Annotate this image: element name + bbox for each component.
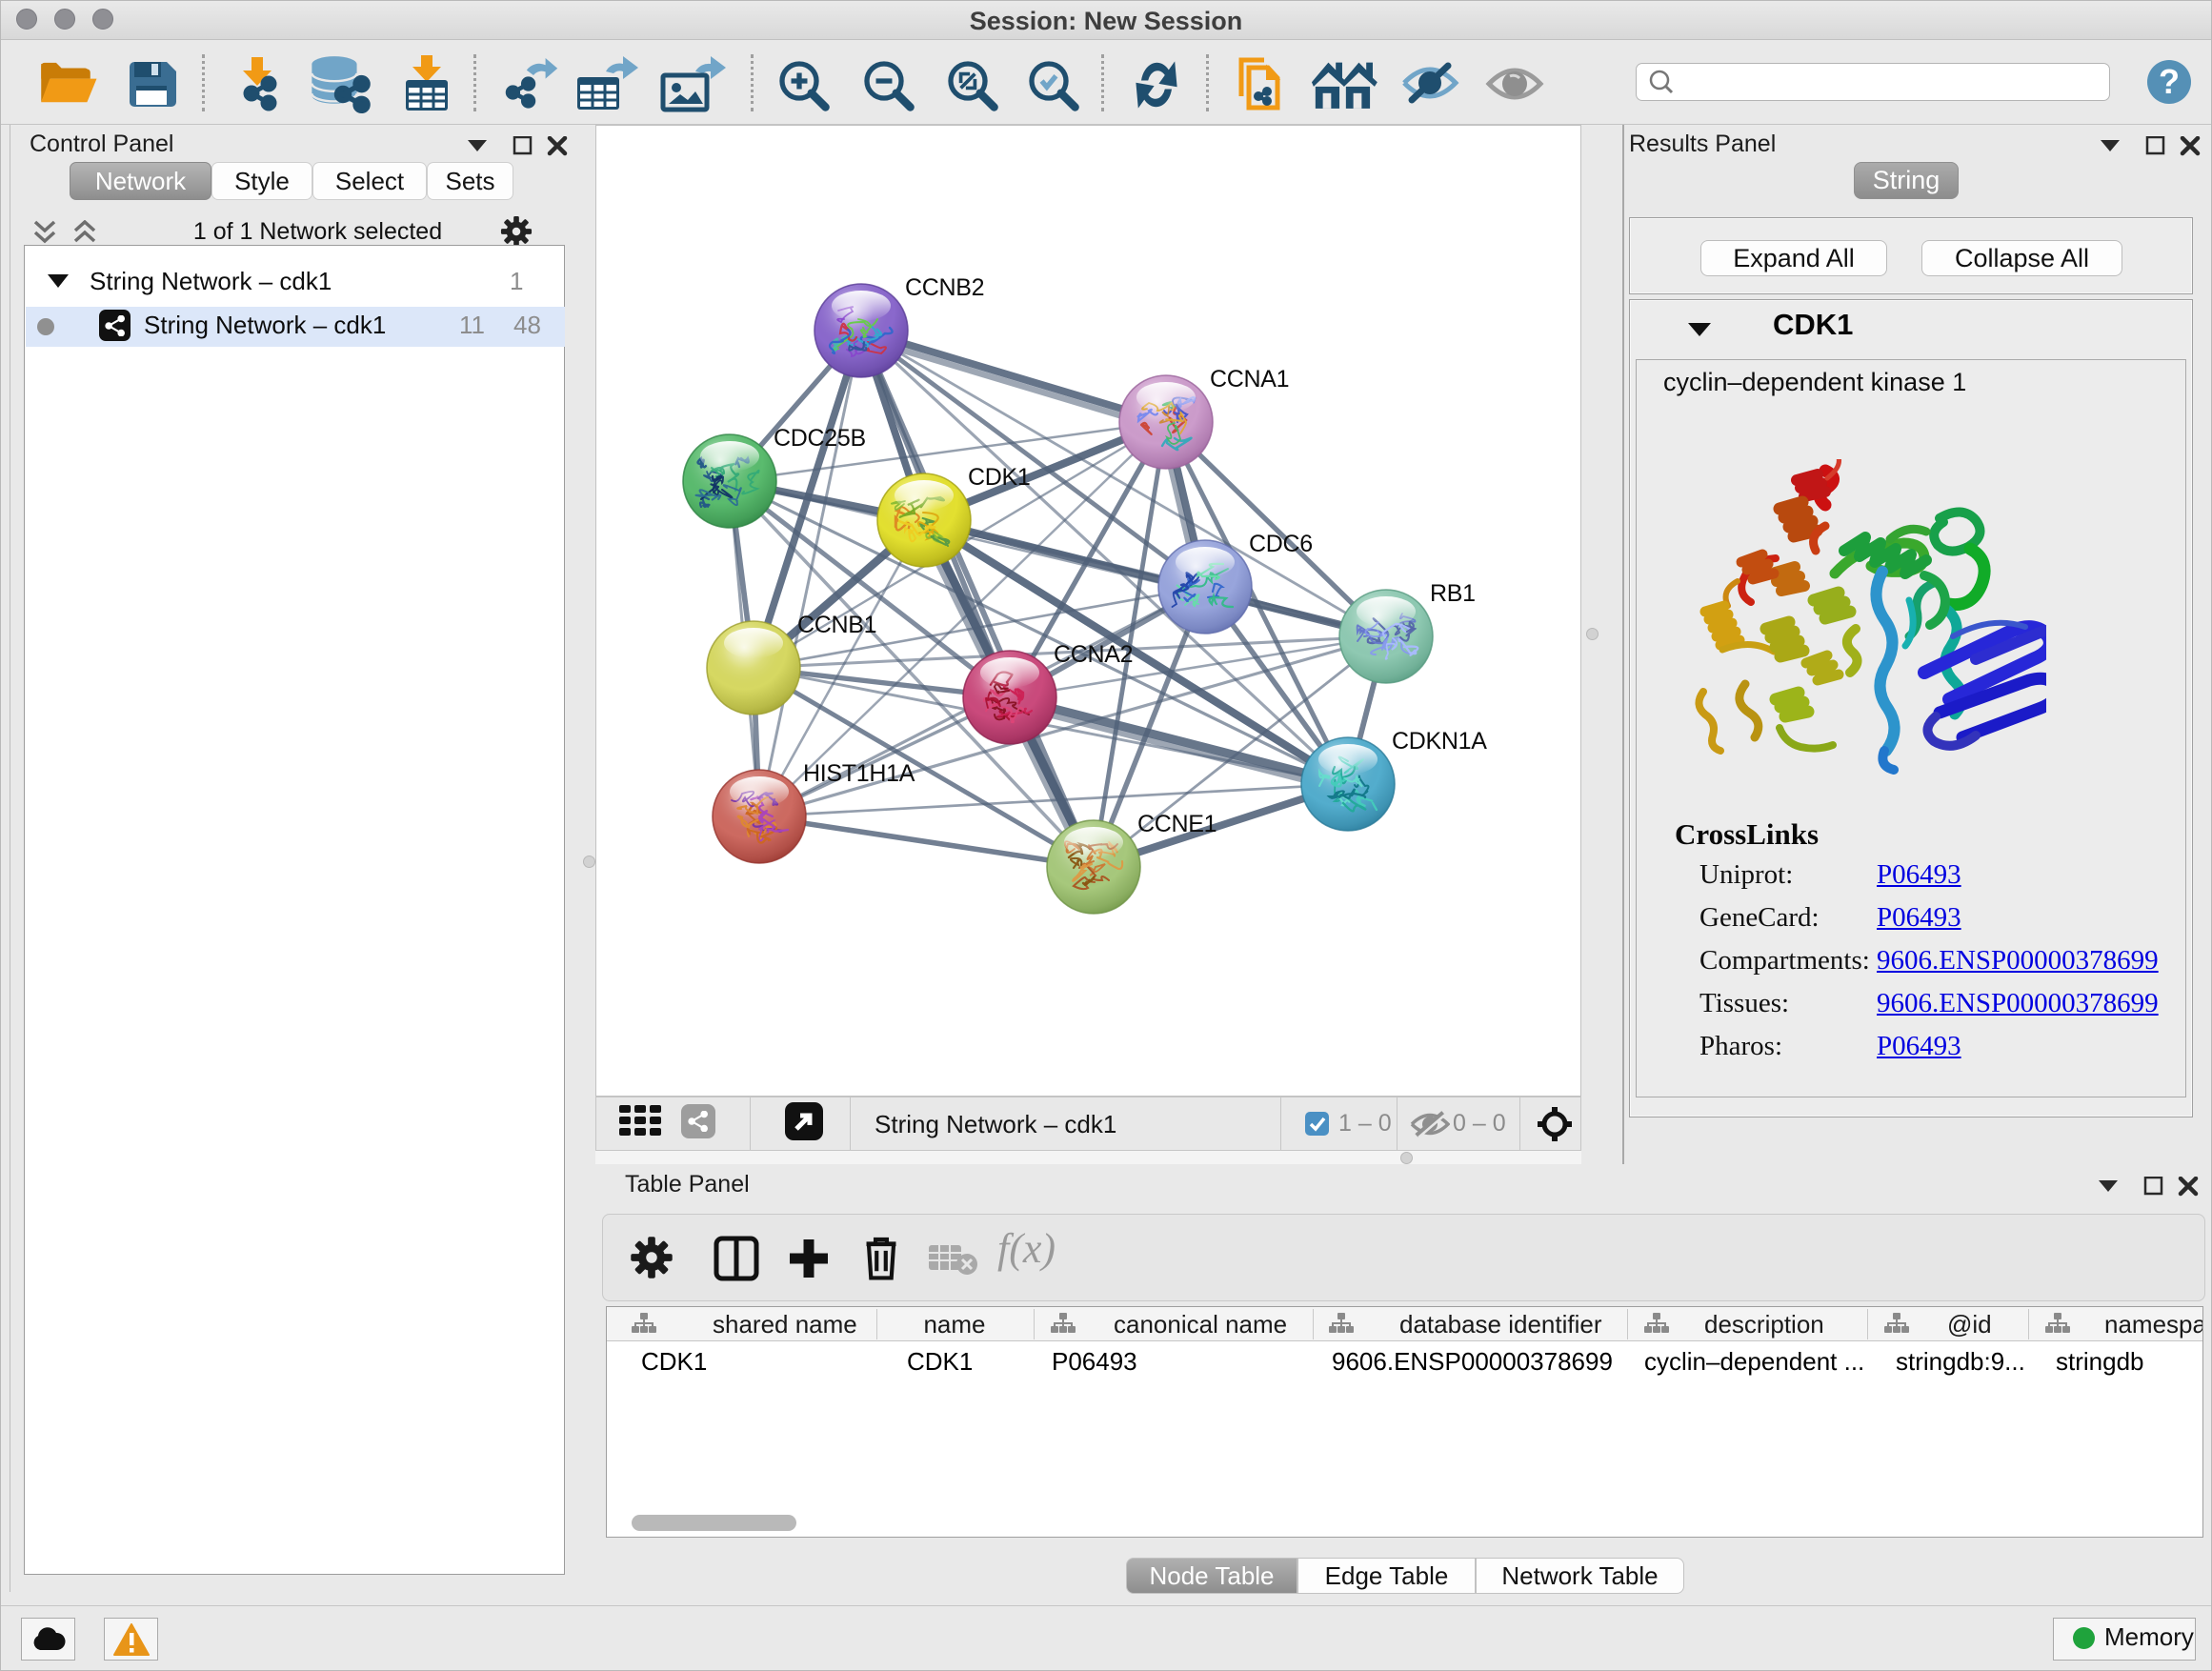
svg-text:CCNA2: CCNA2 — [1054, 641, 1133, 668]
svg-text:RB1: RB1 — [1430, 580, 1476, 607]
svg-text:CCNB2: CCNB2 — [905, 274, 984, 301]
svg-text:CDKN1A: CDKN1A — [1392, 728, 1487, 755]
svg-text:CDC25B: CDC25B — [774, 425, 866, 452]
svg-text:CCNA1: CCNA1 — [1210, 366, 1289, 393]
svg-text:CDK1: CDK1 — [968, 464, 1031, 491]
svg-text:CCNE1: CCNE1 — [1137, 811, 1217, 837]
svg-text:CCNB1: CCNB1 — [797, 612, 876, 638]
svg-text:CDC6: CDC6 — [1249, 531, 1313, 557]
svg-text:HIST1H1A: HIST1H1A — [803, 760, 915, 787]
